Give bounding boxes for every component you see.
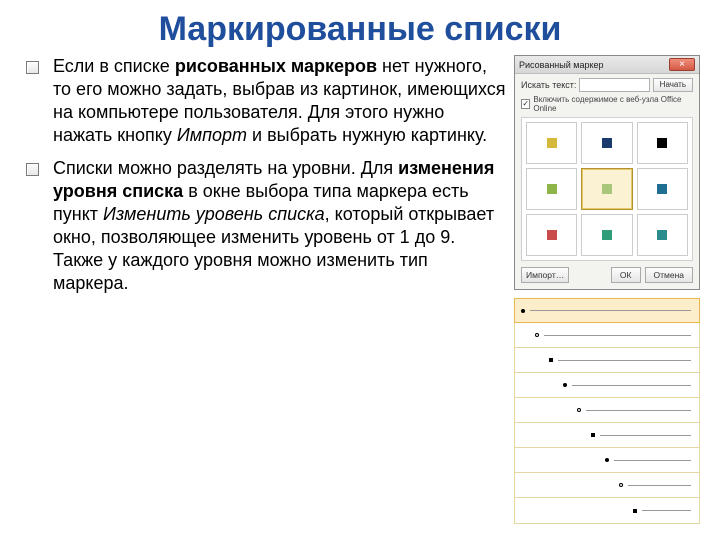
marker-swatch-icon (602, 230, 612, 240)
marker-swatch-icon (547, 184, 557, 194)
level-line (572, 385, 691, 386)
level-bullet-icon (633, 509, 637, 513)
marker-swatch-icon (657, 184, 667, 194)
level-line (628, 485, 691, 486)
include-online-row: ✓ Включить содержимое с веб-узла Office … (521, 95, 693, 113)
level-row[interactable] (515, 473, 699, 498)
marker-swatch-icon (547, 138, 557, 148)
search-input[interactable] (579, 78, 649, 92)
marker-swatch-icon (602, 184, 612, 194)
level-bullet-icon (563, 383, 567, 387)
level-line (586, 410, 691, 411)
level-row[interactable] (515, 448, 699, 473)
dialog-titlebar: Рисованный маркер × (515, 56, 699, 74)
level-row[interactable] (515, 323, 699, 348)
bullet-marker-icon (26, 163, 39, 176)
marker-cell[interactable] (526, 214, 577, 256)
marker-cell[interactable] (581, 122, 632, 164)
content-row: Если в списке рисованных маркеров нет ну… (0, 55, 720, 524)
level-row[interactable] (514, 298, 700, 323)
bullet-item-2: Списки можно разделять на уровни. Для из… (26, 157, 508, 295)
text-column: Если в списке рисованных маркеров нет ну… (26, 55, 514, 524)
ok-button[interactable]: ОК (611, 267, 641, 283)
bullet-text-2: Списки можно разделять на уровни. Для из… (53, 157, 508, 295)
slide-title: Маркированные списки (0, 0, 720, 55)
level-bullet-icon (605, 458, 609, 462)
level-line (614, 460, 691, 461)
marker-swatch-icon (657, 138, 667, 148)
marker-cell[interactable] (637, 168, 688, 210)
bullet-item-1: Если в списке рисованных маркеров нет ну… (26, 55, 508, 147)
level-row[interactable] (515, 373, 699, 398)
level-line (642, 510, 691, 511)
marker-swatch-icon (602, 138, 612, 148)
level-bullet-icon (591, 433, 595, 437)
dialog-title: Рисованный маркер (519, 60, 604, 70)
change-list-level-panel (514, 298, 700, 524)
search-label: Искать текст: (521, 80, 576, 90)
search-row: Искать текст: Начать (521, 78, 693, 92)
dialog-body: Искать текст: Начать ✓ Включить содержим… (515, 74, 699, 289)
text-italic: Изменить уровень списка (103, 204, 325, 224)
marker-cell[interactable] (581, 214, 632, 256)
text-bold: рисованных маркеров (175, 56, 377, 76)
illustrations-column: Рисованный маркер × Искать текст: Начать… (514, 55, 700, 524)
text-span: Списки можно разделять на уровни. Для (53, 158, 398, 178)
search-go-button[interactable]: Начать (653, 78, 693, 92)
level-row[interactable] (515, 423, 699, 448)
marker-swatch-icon (657, 230, 667, 240)
level-row[interactable] (515, 348, 699, 373)
marker-cell[interactable] (637, 122, 688, 164)
checkbox-icon[interactable]: ✓ (521, 99, 530, 109)
text-span: Если в списке (53, 56, 175, 76)
bullet-text-1: Если в списке рисованных маркеров нет ну… (53, 55, 508, 147)
level-row[interactable] (515, 498, 699, 523)
level-bullet-icon (549, 358, 553, 362)
level-bullet-icon (535, 333, 539, 337)
level-line (544, 335, 691, 336)
level-bullet-icon (619, 483, 623, 487)
level-bullet-icon (521, 309, 525, 313)
import-button[interactable]: Импорт… (521, 267, 569, 283)
level-line (600, 435, 691, 436)
level-line (530, 310, 691, 311)
checkbox-label: Включить содержимое с веб-узла Office On… (533, 95, 693, 113)
close-icon[interactable]: × (669, 58, 695, 71)
level-line (558, 360, 691, 361)
bullet-marker-icon (26, 61, 39, 74)
marker-cell[interactable] (526, 168, 577, 210)
marker-swatch-icon (547, 230, 557, 240)
dialog-button-row: Импорт… ОК Отмена (521, 267, 693, 283)
marker-cell[interactable] (637, 214, 688, 256)
cancel-button[interactable]: Отмена (645, 267, 694, 283)
marker-cell[interactable] (526, 122, 577, 164)
level-bullet-icon (577, 408, 581, 412)
text-span: и выбрать нужную картинку. (247, 125, 487, 145)
picture-bullet-dialog: Рисованный маркер × Искать текст: Начать… (514, 55, 700, 290)
text-italic: Импорт (177, 125, 247, 145)
marker-cell[interactable] (581, 168, 632, 210)
marker-grid (521, 117, 693, 261)
level-row[interactable] (515, 398, 699, 423)
